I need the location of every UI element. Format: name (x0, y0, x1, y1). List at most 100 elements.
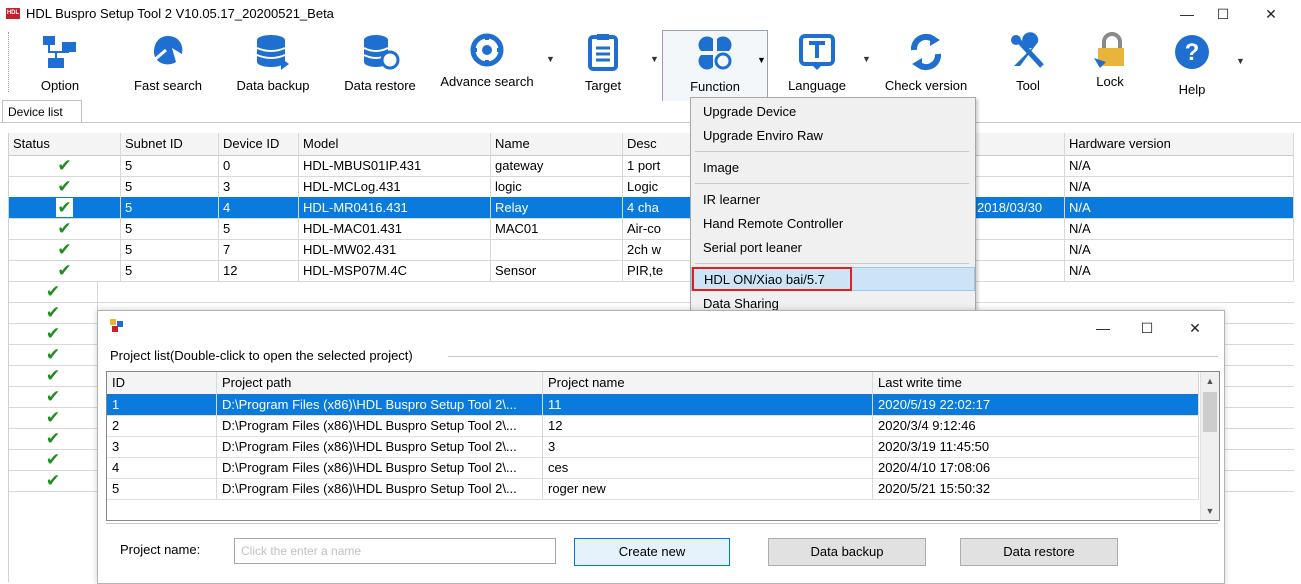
project-name-input[interactable] (234, 538, 556, 564)
column-header-device-id[interactable]: Device ID (219, 133, 299, 155)
column-header-project-name[interactable]: Project name (543, 372, 873, 394)
scroll-up-arrow-icon[interactable]: ▲ (1201, 372, 1219, 390)
dialog-maximize-button[interactable]: ☐ (1124, 313, 1170, 343)
status-check-icon: ✔ (9, 323, 98, 344)
toolbar-grip[interactable] (8, 32, 11, 92)
table-row[interactable]: ✔ 5 7 HDL-MW02.431 2ch w N/A (9, 239, 1294, 261)
project-row[interactable]: 2 D:\Program Files (x86)\HDL Buspro Setu… (107, 415, 1199, 437)
status-check-icon: ✔ (9, 470, 98, 491)
lock-button[interactable]: Lock (1082, 30, 1138, 96)
name-cell: MAC01 (491, 218, 623, 239)
column-header-name[interactable]: Name (491, 133, 623, 155)
device-id-cell: 5 (219, 218, 299, 239)
project-list-dialog: — ☐ ✕ Project list(Double-click to open … (97, 310, 1225, 584)
subnet-id-cell: 5 (121, 176, 219, 197)
column-header-last-write-time[interactable]: Last write time (873, 372, 1199, 394)
language-dropdown-arrow[interactable]: ▼ (862, 54, 871, 64)
target-label: Target (584, 78, 622, 93)
project-path-cell: D:\Program Files (x86)\HDL Buspro Setup … (217, 478, 543, 499)
table-row-selected[interactable]: ✔ 5 4 HDL-MR0416.431 Relay 4 cha 2018/03… (9, 197, 1294, 219)
data-backup-button[interactable]: Data backup (228, 30, 318, 96)
project-row-partial[interactable] (107, 499, 1199, 520)
dialog-app-icon (110, 319, 123, 332)
close-button[interactable]: ✕ (1248, 0, 1294, 28)
device-id-cell: 3 (219, 176, 299, 197)
column-header-project-path[interactable]: Project path (217, 372, 543, 394)
menu-item-upgrade-device[interactable]: Upgrade Device (691, 100, 975, 124)
target-button[interactable]: Target (568, 30, 638, 96)
data-restore-button[interactable]: Data restore (334, 30, 426, 96)
help-button[interactable]: ? Help (1164, 30, 1220, 97)
data-restore-dialog-button[interactable]: Data restore (960, 538, 1118, 566)
hardware-version-cell: N/A (1065, 260, 1294, 281)
status-check-icon: ✔ (9, 197, 121, 218)
create-new-button[interactable]: Create new (574, 538, 730, 566)
menu-separator (695, 151, 969, 152)
hardware-version-cell: N/A (1065, 239, 1294, 260)
project-row[interactable]: 3 D:\Program Files (x86)\HDL Buspro Setu… (107, 436, 1199, 458)
help-dropdown-arrow[interactable]: ▼ (1236, 56, 1245, 66)
target-dropdown-arrow[interactable]: ▼ (650, 54, 659, 64)
dialog-minimize-button[interactable]: — (1080, 313, 1126, 343)
column-header-model[interactable]: Model (299, 133, 491, 155)
project-row[interactable]: 5 D:\Program Files (x86)\HDL Buspro Setu… (107, 478, 1199, 500)
column-header-status[interactable]: Status (9, 133, 121, 155)
fast-search-button[interactable]: Fast search (128, 30, 208, 96)
database-icon (256, 35, 289, 70)
device-id-cell: 12 (219, 260, 299, 281)
help-label: Help (1178, 82, 1206, 97)
table-row[interactable]: ✔ 5 5 HDL-MAC01.431 MAC01 Air-co N/A (9, 218, 1294, 240)
tool-button[interactable]: Tool (1000, 30, 1056, 96)
menu-item-image[interactable]: Image (691, 156, 975, 180)
menu-item-upgrade-enviro-raw[interactable]: Upgrade Enviro Raw (691, 124, 975, 148)
column-header-id[interactable]: ID (107, 372, 217, 394)
model-cell: HDL-MR0416.431 (299, 197, 491, 218)
language-button[interactable]: Language (778, 30, 856, 96)
menu-item-hand-remote-controller[interactable]: Hand Remote Controller (691, 212, 975, 236)
table-row[interactable]: ✔ (9, 281, 1294, 303)
advance-search-dropdown-arrow[interactable]: ▼ (546, 54, 555, 64)
device-id-cell: 0 (219, 155, 299, 176)
column-header-hardware-version[interactable]: Hardware version (1065, 133, 1294, 155)
function-dropdown-arrow[interactable]: ▼ (757, 55, 766, 65)
menu-item-ir-learner[interactable]: IR learner (691, 188, 975, 212)
last-write-time-cell: 2020/3/4 9:12:46 (873, 415, 1199, 436)
name-cell: Sensor (491, 260, 623, 281)
subnet-id-cell: 5 (121, 218, 219, 239)
maximize-button[interactable]: ☐ (1200, 0, 1246, 28)
status-check-icon: ✔ (9, 428, 98, 449)
menu-separator (695, 263, 969, 264)
clipboard-list-icon (588, 34, 618, 71)
tab-device-list[interactable]: Device list (2, 100, 82, 122)
scroll-thumb[interactable] (1203, 392, 1217, 432)
advance-search-button[interactable]: Advance search (434, 30, 540, 96)
fast-search-label: Fast search (134, 78, 202, 93)
data-backup-dialog-button[interactable]: Data backup (768, 538, 926, 566)
scroll-down-arrow-icon[interactable]: ▼ (1201, 502, 1219, 520)
project-row[interactable]: 4 D:\Program Files (x86)\HDL Buspro Setu… (107, 457, 1199, 479)
function-button[interactable]: Function ▼ (662, 30, 768, 101)
status-check-icon: ✔ (9, 155, 121, 176)
lock-label: Lock (1096, 74, 1124, 89)
name-cell: Relay (491, 197, 623, 218)
menu-item-serial-port-leaner[interactable]: Serial port leaner (691, 236, 975, 260)
project-grid-scrollbar[interactable]: ▲ ▼ (1200, 372, 1219, 520)
project-path-cell: D:\Program Files (x86)\HDL Buspro Setup … (217, 415, 543, 436)
dialog-close-button[interactable]: ✕ (1172, 313, 1218, 343)
column-header-subnet-id[interactable]: Subnet ID (121, 133, 219, 155)
table-row[interactable]: ✔ 5 12 HDL-MSP07M.4C Sensor PIR,te N/A (9, 260, 1294, 282)
status-check-icon: ✔ (9, 218, 121, 239)
subnet-id-cell: 5 (121, 239, 219, 260)
table-row[interactable]: ✔ 5 3 HDL-MCLog.431 logic Logic N/A (9, 176, 1294, 198)
project-name-cell: 11 (543, 394, 873, 415)
advance-search-icon (470, 33, 504, 67)
clover-function-icon (698, 36, 732, 70)
table-row[interactable]: ✔ 5 0 HDL-MBUS01IP.431 gateway 1 port N/… (9, 155, 1294, 177)
check-version-button[interactable]: Check version (876, 30, 976, 96)
project-row-selected[interactable]: 1 D:\Program Files (x86)\HDL Buspro Setu… (107, 394, 1199, 416)
text-t-icon (799, 34, 835, 70)
name-cell: gateway (491, 155, 623, 176)
option-button[interactable]: Option (28, 30, 92, 96)
device-id-cell: 4 (219, 197, 299, 218)
project-grid[interactable]: ID Project path Project name Last write … (106, 371, 1220, 521)
